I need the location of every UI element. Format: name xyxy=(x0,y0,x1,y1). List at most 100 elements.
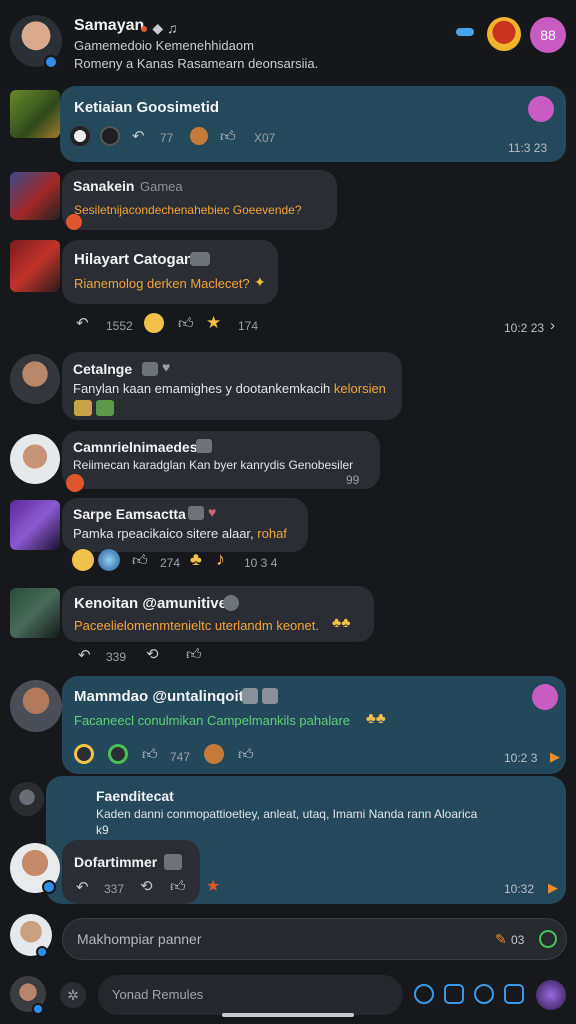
download-icon[interactable] xyxy=(474,984,494,1004)
reply-icon[interactable]: ↶ xyxy=(76,316,89,331)
settings-icon[interactable]: ✲ xyxy=(60,982,86,1008)
music-note-icon[interactable]: ♪ xyxy=(216,549,225,570)
user-avatar[interactable] xyxy=(10,434,60,484)
reaction-icon[interactable] xyxy=(100,126,120,146)
sticker-icon: ♣♣ xyxy=(366,710,386,727)
bottom-search[interactable]: Yonad Remules xyxy=(98,975,403,1015)
repost-icon[interactable]: ⟲ xyxy=(140,879,153,894)
recycle-icon[interactable] xyxy=(108,744,128,764)
like-icon[interactable]: 👍︎ xyxy=(170,879,186,894)
game-thumbnail[interactable] xyxy=(10,588,60,638)
user-avatar[interactable] xyxy=(10,354,60,404)
message-title: Ketiaian Goosimetid xyxy=(74,99,220,116)
verified-icon xyxy=(36,946,48,958)
game-launcher-icon[interactable] xyxy=(536,980,566,1010)
smile-emoji-icon[interactable] xyxy=(72,549,94,571)
reaction-count: 274 xyxy=(160,556,181,570)
message-bubble[interactable]: Cetalnge ♥ Fanylan kaan emamighes y doot… xyxy=(62,352,402,420)
reaction-count: 1552 xyxy=(106,319,133,333)
reaction-count: 747 xyxy=(170,750,191,764)
reply-icon[interactable]: ↶ xyxy=(132,129,145,144)
message-bubble[interactable]: Kenoitan @amunitive Paceelielomenmteniel… xyxy=(62,586,374,642)
reaction-icon[interactable] xyxy=(190,127,208,145)
user-avatar[interactable] xyxy=(10,782,44,816)
globe-icon[interactable] xyxy=(98,549,120,571)
like-icon[interactable]: 👍︎ xyxy=(220,129,236,144)
reaction-count: 99 xyxy=(346,473,360,487)
play-icon[interactable]: ▶ xyxy=(548,880,558,896)
like-icon[interactable]: 👍︎ xyxy=(238,747,254,762)
game-thumbnail[interactable] xyxy=(10,500,60,550)
chat-header: Samayan ● ◆ ♫ Gamemedoio Kemenehhidaom R… xyxy=(0,0,576,82)
reaction-count: 339 xyxy=(106,650,127,664)
call-icon[interactable] xyxy=(456,28,474,36)
reaction-icon[interactable] xyxy=(204,744,224,764)
message-input[interactable]: Makhompiar panner ✎ 03 xyxy=(62,918,567,960)
reaction-count: 10 3 4 xyxy=(244,556,278,570)
gamepad-icon xyxy=(242,688,258,704)
message-text: Sesiletnijacondechenahebiec Goeevende? xyxy=(74,203,302,217)
share-icon[interactable] xyxy=(504,984,524,1004)
message-bubble[interactable]: Sarpe Eamsactta ♥ Pamka rpeacikaico site… xyxy=(62,498,308,552)
chevron-right-icon[interactable]: › xyxy=(550,318,555,333)
play-icon[interactable]: ▶ xyxy=(550,749,560,765)
composer-count: 03 xyxy=(511,933,525,947)
message-bubble[interactable]: Camnrielnimaedes Reiimecan karadglan Kan… xyxy=(62,431,380,489)
user-avatar[interactable] xyxy=(10,680,62,732)
reaction-count: 77 xyxy=(160,131,174,145)
message-title: Sarpe Eamsactta xyxy=(73,506,186,522)
reaction-count: 174 xyxy=(238,319,259,333)
repost-icon[interactable]: ⟲ xyxy=(146,647,159,662)
more-pill[interactable]: 88 xyxy=(530,17,566,53)
like-icon[interactable]: 👍︎ xyxy=(178,316,194,331)
message-highlight: kelorsien xyxy=(333,381,386,396)
message-highlight: rohaf xyxy=(257,526,287,541)
compass-icon[interactable] xyxy=(414,984,434,1004)
game-thumbnail[interactable] xyxy=(10,90,60,138)
message-text: Kaden danni conmopattioetiey, anleat, ut… xyxy=(96,807,478,821)
fire-icon xyxy=(66,474,84,492)
header-subtitle: Gamemedoio Kemenehhidaom xyxy=(74,38,254,53)
message-time: 11:3 23 xyxy=(508,141,548,155)
like-icon[interactable]: 👍︎ xyxy=(186,647,202,662)
bottom-placeholder: Yonad Remules xyxy=(112,987,204,1002)
gamepad-icon xyxy=(142,362,158,376)
message-title: Camnrielnimaedes xyxy=(73,439,198,455)
reply-icon[interactable]: ↶ xyxy=(76,880,89,895)
reply-icon[interactable]: ↶ xyxy=(78,648,91,663)
badge-icon[interactable] xyxy=(532,684,558,710)
message-bubble[interactable]: Dofartimmer ↶ 337 ⟲ 👍︎ xyxy=(62,840,200,904)
message-bubble[interactable]: Hilayart Catogan Rianemolog derken Macle… xyxy=(62,240,278,304)
star-icon[interactable]: ★ xyxy=(206,313,221,333)
message-title: Faenditecat xyxy=(96,788,174,804)
coin-icon[interactable] xyxy=(74,744,94,764)
chat-title: Samayan xyxy=(74,17,145,34)
star-icon[interactable]: ★ xyxy=(206,876,220,896)
message-bubble[interactable]: Sanakein Gamea Sesiletnijacondechenahebi… xyxy=(62,170,337,230)
message-time: 10:32 xyxy=(504,882,535,896)
send-icon[interactable] xyxy=(539,930,557,948)
message-title: Sanakein xyxy=(73,178,135,194)
message-bubble[interactable]: Mammdao @untalinqoito Facaneecl conulmik… xyxy=(62,676,566,774)
message-text: Paceelielomenmtenieltc uterlandm keonet. xyxy=(74,618,319,633)
game-thumbnail[interactable] xyxy=(10,240,60,292)
sticker-icon xyxy=(74,400,92,416)
emoji-picker-icon[interactable]: ✎ xyxy=(495,931,507,948)
camera-icon[interactable] xyxy=(444,984,464,1004)
profile-emoji-icon[interactable] xyxy=(487,17,521,51)
sticker-icon xyxy=(96,400,114,416)
bell-icon[interactable]: ♣ xyxy=(190,549,202,570)
badge-icon[interactable] xyxy=(528,96,554,122)
like-icon[interactable]: 👍︎ xyxy=(132,553,148,568)
game-thumbnail[interactable] xyxy=(10,172,60,220)
message-text: Reiimecan karadglan Kan byer kanrydis Ge… xyxy=(73,458,354,472)
reaction-icon[interactable] xyxy=(70,126,90,146)
message-text-line: Fanylan kaan emamighes y dootankemkacih … xyxy=(73,381,386,396)
sticker-icon: ♣♣ xyxy=(332,614,351,630)
smile-emoji-icon[interactable] xyxy=(144,313,164,333)
message-title: Dofartimmer xyxy=(74,854,158,870)
music-icon: ♫ xyxy=(167,20,178,36)
input-placeholder: Makhompiar panner xyxy=(77,931,202,947)
like-icon[interactable]: 👍︎ xyxy=(142,747,158,762)
message-bubble[interactable]: Ketiaian Goosimetid ↶ 77 👍︎ X07 11:3 23 xyxy=(60,86,566,162)
